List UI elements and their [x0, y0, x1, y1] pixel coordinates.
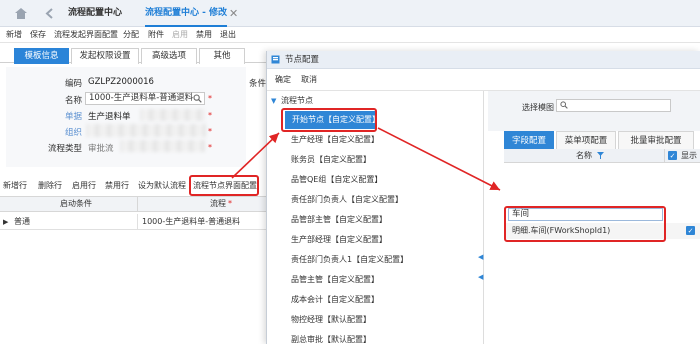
node-item[interactable]: 生产经理【自定义配置】	[291, 131, 379, 149]
required-mark: *	[208, 127, 212, 136]
tab-menu-config[interactable]: 菜单项配置	[556, 131, 616, 149]
code-value: GZLPZ2000016	[88, 77, 154, 87]
highlight-box	[189, 175, 259, 196]
highlight-box	[281, 108, 377, 132]
node-item[interactable]: 责任部门负责人1【自定义配置】	[291, 251, 408, 269]
checkbox-icon[interactable]: ✓	[668, 151, 677, 160]
attachment-button[interactable]: 附件	[148, 27, 164, 43]
highlight-box	[504, 206, 666, 242]
set-default-flow-button[interactable]: 设为默认流程	[138, 178, 186, 194]
node-item[interactable]: 生产部经理【自定义配置】	[291, 231, 387, 249]
col-header-condition: 启动条件	[60, 199, 92, 208]
settings-icon	[271, 55, 280, 64]
node-config-dialog: 节点配置 确定 取消 ▼ 流程节点 开始节点【自定义配置】 生产经理【自定义配置…	[266, 51, 700, 344]
confirm-button[interactable]: 确定	[275, 69, 291, 91]
required-mark: *	[228, 199, 232, 208]
cell-condition[interactable]: 普通	[14, 214, 30, 230]
flowtype-label: 流程类型	[47, 144, 82, 154]
node-item[interactable]: 品管主管【自定义配置】	[291, 271, 379, 289]
flowtype-value[interactable]: 审批流	[88, 142, 114, 154]
tab-field-config[interactable]: 字段配置	[504, 131, 554, 149]
tree-expand-icon[interactable]: ▼	[271, 95, 276, 107]
filter-icon[interactable]	[597, 152, 604, 159]
required-mark: *	[208, 111, 212, 120]
collapse-arrow-icon[interactable]: ◀	[478, 253, 483, 261]
launch-ui-config-button[interactable]: 流程发起界面配置	[54, 27, 118, 43]
select-template-field[interactable]	[556, 99, 671, 112]
col-header-flow: 流程	[210, 199, 226, 208]
redacted-area	[140, 109, 205, 121]
org-label[interactable]: 组织	[22, 126, 82, 138]
new-button[interactable]: 新增	[6, 27, 22, 43]
exit-button[interactable]: 退出	[220, 27, 236, 43]
cancel-button[interactable]: 取消	[301, 69, 317, 91]
condition-label: 条件	[248, 79, 266, 89]
node-item[interactable]: 账务员【自定义配置】	[291, 151, 371, 169]
delete-row-button[interactable]: 删除行	[38, 178, 62, 194]
field-grid-header: 名称 ✓ 显示	[504, 149, 700, 163]
node-item[interactable]: 副总审批【默认配置】	[291, 331, 371, 344]
save-button[interactable]: 保存	[30, 27, 46, 43]
enable-button[interactable]: 启用	[172, 27, 188, 43]
redacted-area	[86, 124, 206, 137]
disable-row-button[interactable]: 禁用行	[105, 178, 129, 194]
col-divider	[664, 149, 665, 163]
node-item[interactable]: 品管QE组【自定义配置】	[291, 171, 382, 189]
add-row-button[interactable]: 新增行	[3, 178, 27, 194]
search-icon[interactable]	[560, 101, 568, 109]
tab-launch-permission[interactable]: 发起权限设置	[71, 48, 139, 64]
search-icon[interactable]	[193, 94, 202, 103]
doc-label[interactable]: 单据	[22, 110, 82, 122]
close-tab-icon[interactable]: ✕	[229, 0, 238, 27]
dialog-titlebar: 节点配置	[267, 51, 700, 69]
name-field[interactable]: 1000-生产退料单-普通退料	[85, 92, 205, 105]
table-row[interactable]: ▶ 普通 1000-生产退料单-普通退料	[0, 214, 268, 230]
enable-row-button[interactable]: 启用行	[72, 178, 96, 194]
dialog-title: 节点配置	[285, 55, 320, 65]
col-divider	[137, 197, 138, 211]
checkbox-icon[interactable]: ✓	[686, 226, 695, 235]
required-mark: *	[208, 143, 212, 152]
tree-root[interactable]: 流程节点	[281, 95, 313, 107]
tab-advanced-options[interactable]: 高级选项	[141, 48, 197, 64]
row-pointer-icon: ▶	[3, 218, 9, 226]
code-label: 编码	[64, 79, 82, 89]
tab-process-config-center[interactable]: 流程配置中心	[68, 0, 122, 27]
select-template-label: 选择模图	[522, 103, 554, 112]
col-header-name: 名称	[576, 151, 592, 160]
config-panel: 选择模图 字段配置 菜单项配置 批量审批配置 名称 ✓ 显示 车间 明细.车间(…	[484, 91, 700, 344]
main-toolbar: 新增 保存 流程发起界面配置 分配 附件 启用 禁用 退出	[0, 27, 700, 43]
required-mark: *	[208, 94, 212, 103]
node-tree-panel: ▼ 流程节点 开始节点【自定义配置】 生产经理【自定义配置】 账务员【自定义配置…	[267, 91, 484, 344]
tab-batch-approval-config[interactable]: 批量审批配置	[618, 131, 694, 149]
redacted-area	[120, 140, 205, 152]
dialog-toolbar: 确定 取消	[267, 69, 700, 91]
node-item[interactable]: 责任部门负责人【自定义配置】	[291, 191, 403, 209]
name-label: 名称	[64, 96, 82, 106]
node-item[interactable]: 品管部主管【自定义配置】	[291, 211, 387, 229]
tab-template-info[interactable]: 模板信息	[14, 48, 69, 64]
top-tab-bar: 流程配置中心 流程配置中心 - 修改 ✕	[0, 0, 700, 27]
collapse-arrow-icon[interactable]: ◀	[478, 273, 483, 281]
grid-header: 启动条件 流程 *	[0, 196, 268, 212]
cell-flow[interactable]: 1000-生产退料单-普通退料	[142, 214, 240, 230]
disable-button[interactable]: 禁用	[196, 27, 212, 43]
col-header-show: 显示	[681, 151, 697, 160]
tab-other[interactable]: 其他	[199, 48, 245, 64]
node-item[interactable]: 成本会计【自定义配置】	[291, 291, 379, 309]
tab-process-config-edit[interactable]: 流程配置中心 - 修改	[145, 0, 228, 27]
node-item[interactable]: 物控经理【默认配置】	[291, 311, 371, 329]
home-icon[interactable]	[15, 8, 27, 19]
col-divider	[137, 214, 138, 230]
doc-value: 生产退料单	[88, 112, 131, 122]
assign-button[interactable]: 分配	[123, 27, 139, 43]
back-icon[interactable]	[45, 8, 55, 19]
